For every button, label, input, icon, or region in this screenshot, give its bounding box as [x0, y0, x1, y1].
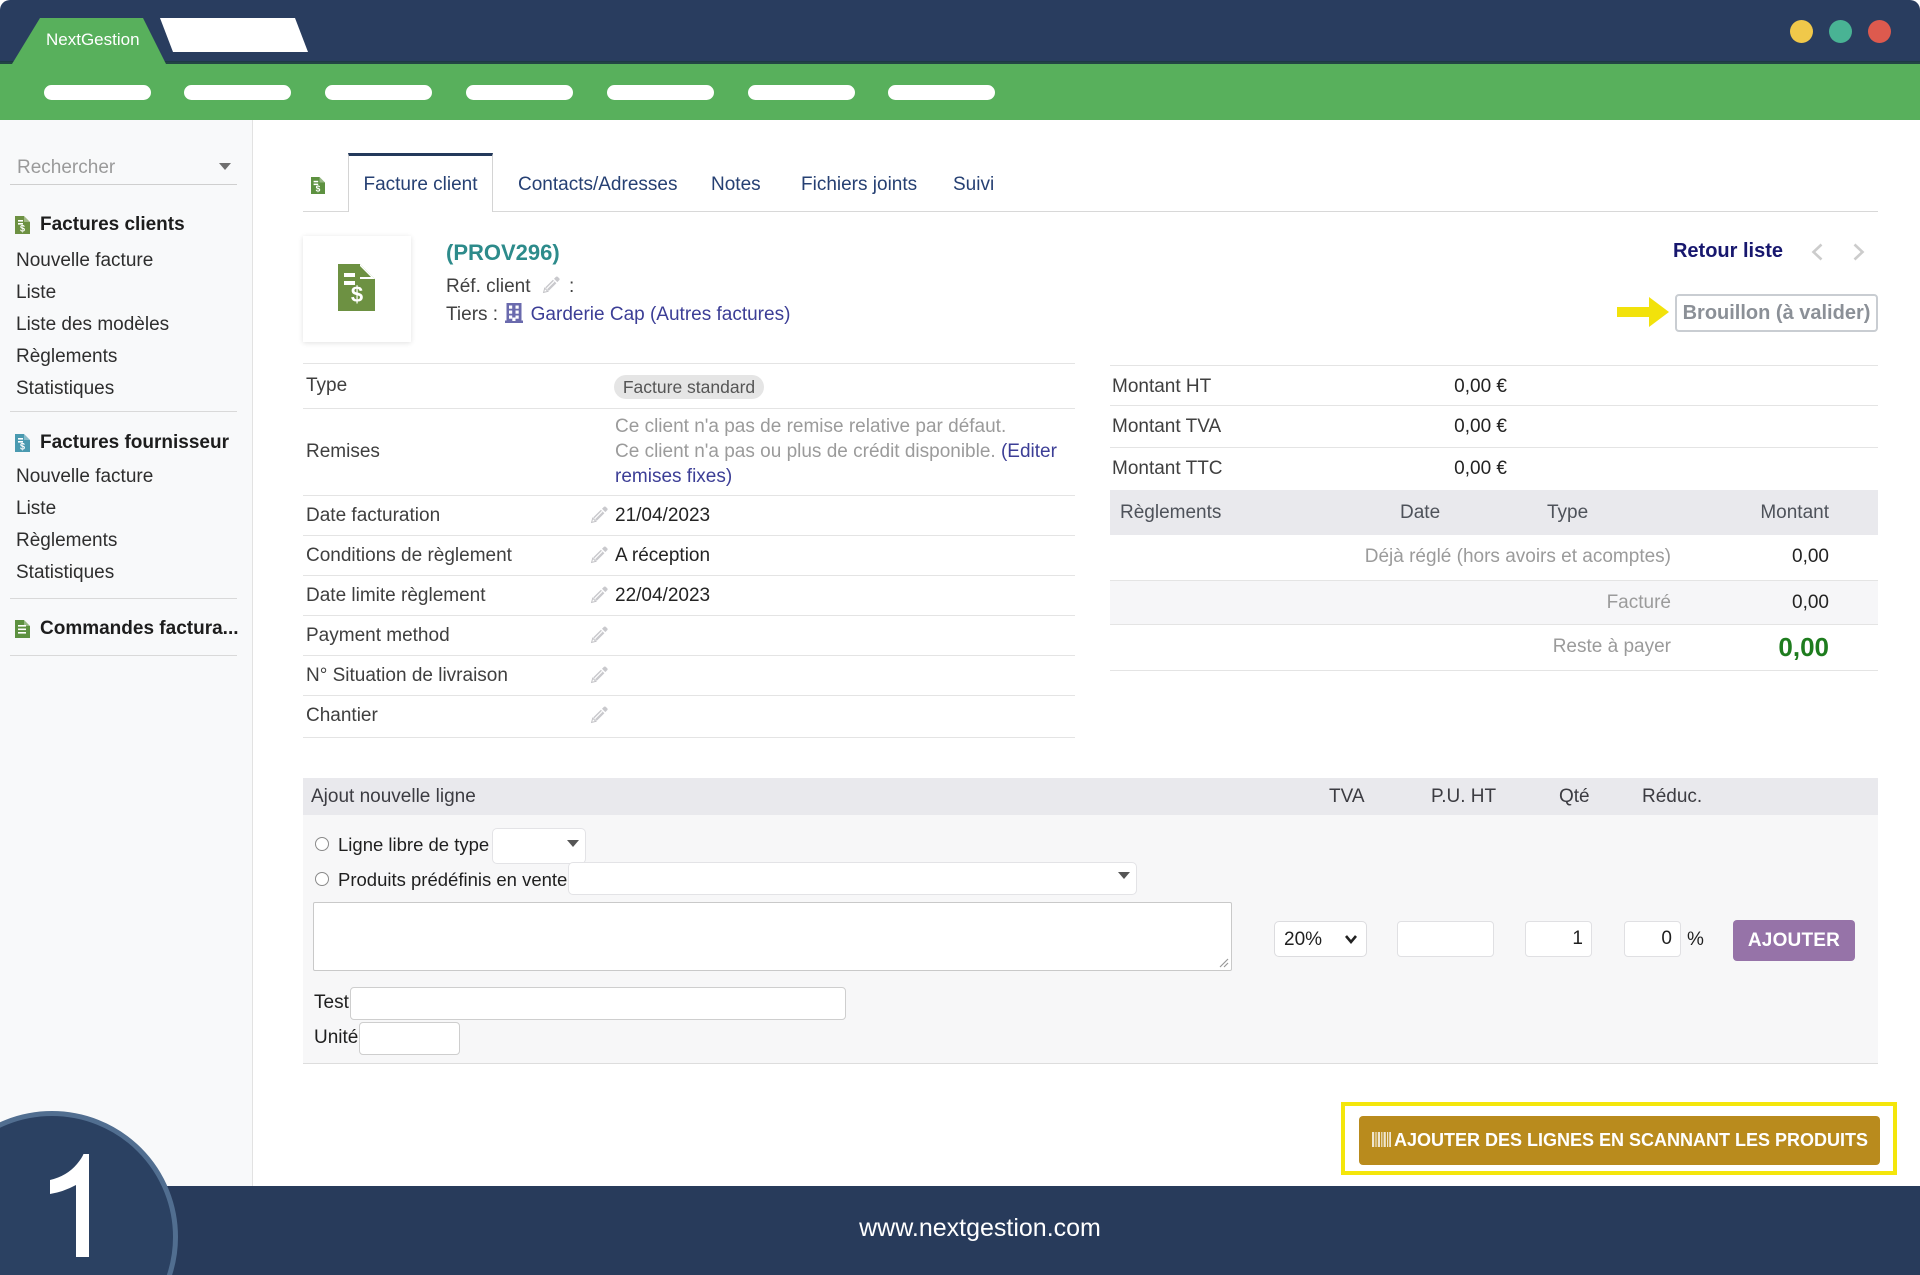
- svg-text:$: $: [316, 184, 321, 194]
- svg-text:$: $: [20, 224, 25, 234]
- svg-text:$: $: [20, 442, 25, 452]
- svg-text:$: $: [351, 282, 363, 307]
